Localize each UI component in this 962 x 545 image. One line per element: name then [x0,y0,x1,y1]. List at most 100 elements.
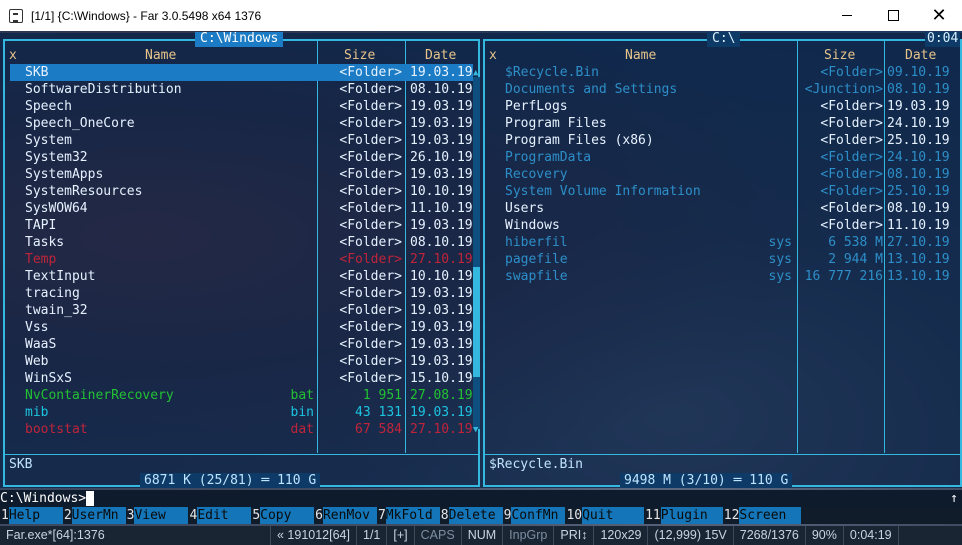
file-row[interactable]: SystemResources <Folder> 10.10.19 [10,183,473,200]
file-row[interactable]: WaaS <Folder> 19.03.19 [10,336,473,353]
maximize-button[interactable] [870,0,916,31]
left-header-size[interactable]: Size [344,49,375,63]
window-titlebar: [1/1] {C:\Windows} - Far 3.0.5498 x64 13… [0,0,962,31]
file-row[interactable]: $Recycle.Bin <Folder> 09.10.19 [485,64,960,81]
left-scroll-down-arrow[interactable]: ▼ [473,425,478,435]
status-segment: PRI↕ [554,526,595,545]
fkey-usermn[interactable]: 2 UserMn [63,507,126,524]
file-row[interactable]: Temp <Folder> 27.10.19 [10,251,473,268]
fkey-view[interactable]: 3 View [126,507,189,524]
file-row[interactable]: twain_32 <Folder> 19.03.19 [10,302,473,319]
file-name: SystemApps [25,167,104,182]
file-size: <Folder> [820,184,883,199]
fkey-label: UserMn [71,507,126,524]
file-name: SysWOW64 [25,201,88,216]
fkey-label: Copy [260,507,315,524]
file-extension [752,166,792,183]
file-date: 19.03.19 [410,65,473,80]
left-scroll-thumb[interactable] [473,267,480,377]
file-row[interactable]: Web <Folder> 19.03.19 [10,353,473,370]
right-file-panel[interactable]: C:\ 0:04 x Name Size Date $Recycle.Bin <F… [483,32,962,488]
file-row[interactable]: hiberfil sys 6 538 M 27.10.19 [485,234,960,251]
status-segment: 0:04:19 [844,526,899,545]
fkey-confmn[interactable]: 9 ConfMn [503,507,566,524]
file-extension [752,98,792,115]
status-segment: 1/1 [357,526,388,545]
file-row[interactable]: Vss <Folder> 19.03.19 [10,319,473,336]
left-footer-size: 6871 K (25/81) [144,473,254,488]
file-date: 08.10.19 [410,82,473,97]
fkey-number: 2 [63,508,72,523]
fkey-copy[interactable]: 5 Copy [251,507,315,524]
close-button[interactable]: ✕ [916,0,962,31]
fkey-delete[interactable]: 8 Delete [440,507,503,524]
file-row[interactable]: tracing <Folder> 19.03.19 [10,285,473,302]
file-extension [752,64,792,81]
file-date: 19.03.19 [410,99,473,114]
status-segment[interactable]: Far.exe*[64]:1376 [0,526,271,545]
file-row[interactable]: System32 <Folder> 26.10.19 [10,149,473,166]
file-size: <Folder> [339,286,402,301]
left-header-date[interactable]: Date [425,49,456,63]
file-date: 25.10.19 [887,184,950,199]
right-panel-path[interactable]: C:\ [707,32,741,47]
fkey-mkfold[interactable]: 7 MkFold [377,507,440,524]
file-row[interactable]: PerfLogs <Folder> 19.03.19 [485,98,960,115]
right-header-name[interactable]: Name [625,49,656,63]
fkey-help[interactable]: 1 Help [0,507,63,524]
file-row[interactable]: SKB <Folder> 19.03.19 [10,64,473,81]
file-row[interactable]: Windows <Folder> 11.10.19 [485,217,960,234]
file-row[interactable]: Documents and Settings <Junction> 08.10.19 [485,81,960,98]
file-name: SKB [25,65,49,80]
file-row[interactable]: mib bin 43 131 19.03.19 [10,404,473,421]
file-row[interactable]: Users <Folder> 08.10.19 [485,200,960,217]
file-extension [274,234,314,251]
command-line[interactable]: C:\Windows>_ ↑ [0,490,962,507]
file-row[interactable]: NvContainerRecovery bat 1 951 27.08.19 [10,387,473,404]
file-row[interactable]: pagefile sys 2 944 M 13.10.19 [485,251,960,268]
left-scroll-up-arrow[interactable]: ▲ [473,68,478,78]
file-name: Recovery [505,167,568,182]
file-row[interactable]: Speech_OneCore <Folder> 19.03.19 [10,115,473,132]
file-date: 24.10.19 [887,150,950,165]
file-row[interactable]: SoftwareDistribution <Folder> 08.10.19 [10,81,473,98]
file-extension [752,132,792,149]
right-header-x[interactable]: x [489,49,497,63]
file-row[interactable]: SysWOW64 <Folder> 11.10.19 [10,200,473,217]
file-name: Speech [25,99,72,114]
left-scrollbar[interactable] [473,77,480,429]
file-row[interactable]: Program Files (x86) <Folder> 25.10.19 [485,132,960,149]
fkey-plugin[interactable]: 11 Plugin [644,507,723,524]
left-header-x[interactable]: x [9,49,17,63]
file-name: SystemResources [25,184,143,199]
left-header-name[interactable]: Name [145,49,176,63]
file-row[interactable]: System Volume Information <Folder> 25.10.1… [485,183,960,200]
file-row[interactable]: System <Folder> 19.03.19 [10,132,473,149]
file-extension [274,115,314,132]
fkey-renmov[interactable]: 6 RenMov [314,507,377,524]
file-size: <Folder> [820,218,883,233]
right-header-date[interactable]: Date [905,49,936,63]
file-name: mib [25,405,49,420]
left-file-panel[interactable]: C:\Windows x Name Size Date SKB <Folder> 1… [0,32,483,488]
file-row[interactable]: Program Files <Folder> 24.10.19 [485,115,960,132]
file-row[interactable]: Speech <Folder> 19.03.19 [10,98,473,115]
file-row[interactable]: swapfile sys 16 777 216 13.10.19 [485,268,960,285]
file-row[interactable]: TAPI <Folder> 19.03.19 [10,217,473,234]
minimize-button[interactable] [824,0,870,31]
file-row[interactable]: ProgramData <Folder> 24.10.19 [485,149,960,166]
fkey-quit[interactable]: 10 Quit [565,507,645,524]
file-date: 27.10.19 [410,422,473,437]
status-segment: 120x29 [594,526,649,545]
file-row[interactable]: bootstat dat 67 584 27.10.19 [10,421,473,438]
file-row[interactable]: SystemApps <Folder> 19.03.19 [10,166,473,183]
file-row[interactable]: Recovery <Folder> 08.10.19 [485,166,960,183]
file-row[interactable]: Tasks <Folder> 08.10.19 [10,234,473,251]
file-row[interactable]: TextInput <Folder> 10.10.19 [10,268,473,285]
fkey-number: 7 [377,508,386,523]
fkey-edit[interactable]: 4 Edit [188,507,252,524]
right-header-size[interactable]: Size [824,49,855,63]
file-row[interactable]: WinSxS <Folder> 15.10.19 [10,370,473,387]
left-panel-path[interactable]: C:\Windows [195,32,284,47]
fkey-screen[interactable]: 12 Screen [723,507,802,524]
